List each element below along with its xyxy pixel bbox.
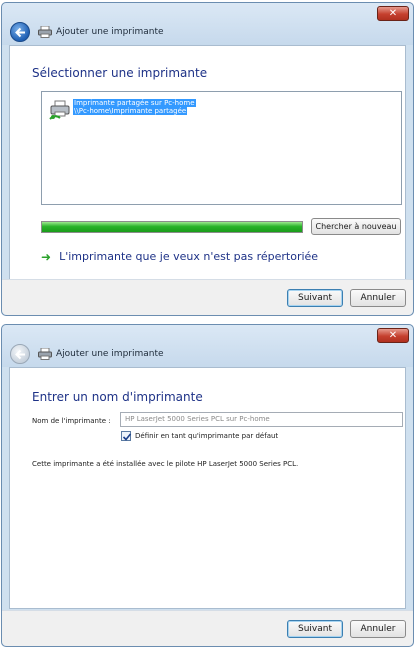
search-progress-bar	[41, 221, 303, 233]
checkmark-icon	[122, 433, 132, 441]
printer-icon	[38, 348, 52, 360]
page-heading: Entrer un nom d'imprimante	[32, 390, 203, 404]
printer-list-item[interactable]: Imprimante partagée sur Pc-home \\Pc-hom…	[49, 99, 196, 121]
back-arrow-icon	[15, 27, 25, 38]
set-default-label: Définir en tant qu'imprimante par défaut	[135, 432, 279, 440]
driver-installed-note: Cette imprimante a été installée avec le…	[32, 460, 299, 468]
green-arrow-icon: ➜	[41, 249, 52, 264]
close-button[interactable]: ✕	[377, 6, 409, 21]
dialog-footer: Suivant Annuler	[2, 279, 413, 315]
back-arrow-icon	[15, 349, 25, 360]
window-title: Ajouter une imprimante	[56, 27, 164, 37]
back-button[interactable]	[10, 22, 30, 42]
title-bar: ✕ Ajouter une imprimante	[2, 325, 413, 367]
printer-list[interactable]: Imprimante partagée sur Pc-home \\Pc-hom…	[41, 91, 402, 205]
shared-printer-icon	[49, 100, 70, 120]
printer-name: Imprimante partagée sur Pc-home	[73, 99, 196, 107]
page-heading: Sélectionner une imprimante	[32, 66, 208, 80]
printer-icon	[38, 26, 52, 38]
next-button[interactable]: Suivant	[287, 289, 343, 307]
wizard-content: Entrer un nom d'imprimante Nom de l'impr…	[9, 367, 406, 609]
dialog-footer: Suivant Annuler	[2, 610, 413, 646]
back-button[interactable]	[10, 344, 30, 364]
cancel-button[interactable]: Annuler	[350, 620, 406, 638]
window-title: Ajouter une imprimante	[56, 349, 164, 359]
printer-path: \\Pc-home\Imprimante partagée	[73, 107, 188, 115]
printer-not-listed-link[interactable]: ➜ L'imprimante que je veux n'est pas rép…	[41, 250, 318, 263]
set-default-checkbox[interactable]	[121, 431, 132, 441]
printer-name-label: Nom de l'imprimante :	[32, 417, 111, 425]
wizard-content: Sélectionner une imprimante Imprimante p…	[9, 45, 406, 280]
close-button[interactable]: ✕	[377, 328, 409, 343]
cancel-button[interactable]: Annuler	[350, 289, 406, 307]
next-button[interactable]: Suivant	[287, 620, 343, 638]
add-printer-dialog-name: ✕ Ajouter une imprimante Entrer un nom d…	[1, 324, 414, 647]
progress-fill	[42, 222, 302, 232]
not-listed-label: L'imprimante que je veux n'est pas réper…	[59, 250, 319, 263]
add-printer-dialog-select: ✕ Ajouter une imprimante Sélectionner un…	[1, 2, 414, 316]
printer-name-input[interactable]: HP LaserJet 5000 Series PCL sur Pc-home	[120, 412, 403, 427]
title-bar: ✕ Ajouter une imprimante	[2, 3, 413, 45]
set-default-checkbox-row[interactable]: Définir en tant qu'imprimante par défaut	[121, 431, 278, 441]
search-again-button[interactable]: Chercher à nouveau	[311, 218, 401, 235]
